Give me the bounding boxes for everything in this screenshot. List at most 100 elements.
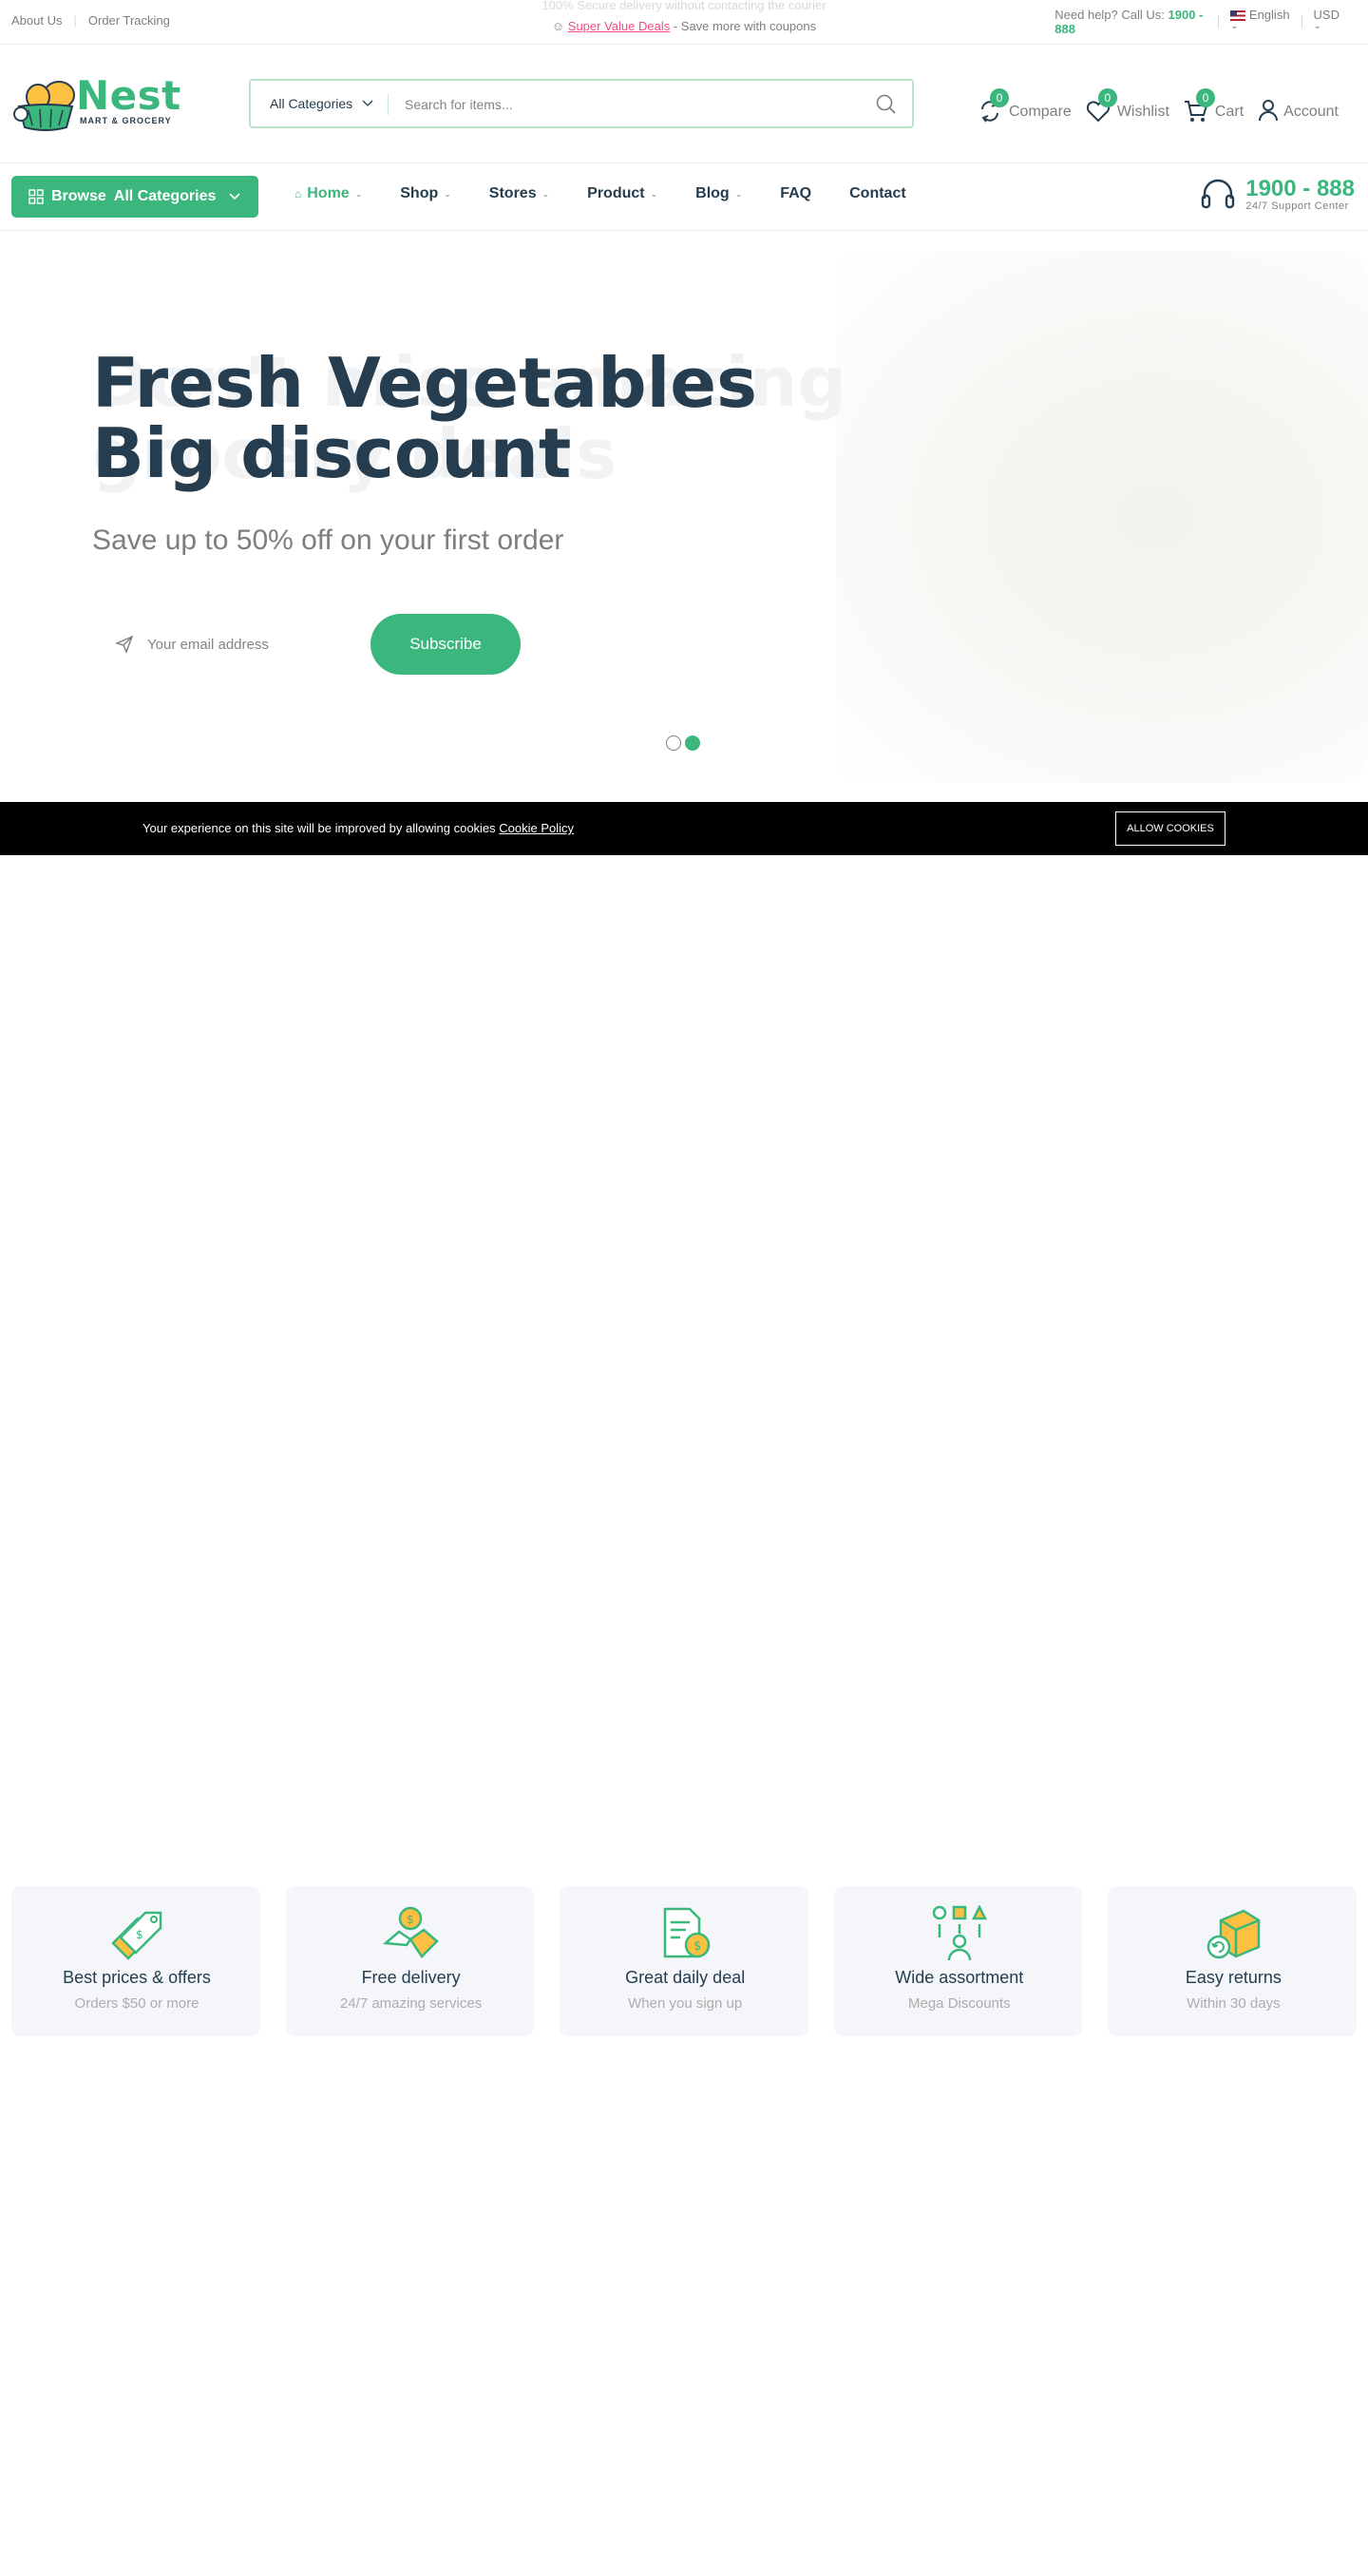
menu-item-label: Shop [400,185,439,201]
promo-ticker: 100% Secure delivery without contacting … [494,0,874,44]
menu-item-home[interactable]: ⌂ Home ⌄ [294,185,362,202]
chevron-down-icon: ⌄ [650,188,658,199]
feature-card: $ Free delivery 24/7 amazing services [285,1886,535,2036]
feature-title: Wide assortment [895,1968,1024,1987]
menu-item-label: Stores [488,185,537,201]
ticker-previous-message: 100% Secure delivery without contacting … [542,0,826,12]
order-tracking-link[interactable]: Order Tracking [88,13,170,28]
deal-document-icon: $ [663,1907,711,1958]
currency-selector[interactable]: USD ⌄ [1314,8,1340,31]
cookie-policy-link[interactable]: Cookie Policy [499,821,574,835]
menu-item-label: Contact [849,185,906,201]
support-hotline[interactable]: 1900 - 888 24/7 Support Center [1200,178,1355,212]
top-right: Need help? Call Us: 1900 - 888 English ⌄… [1054,8,1340,36]
hero-title-line: Big discount [92,413,572,493]
search-divider [388,94,389,115]
browse-categories-button[interactable]: Browse All Categories [11,176,258,218]
slider-dot[interactable] [666,735,681,751]
divider: | [73,13,77,28]
feature-subtitle: Orders $50 or more [74,1995,200,2012]
main-header: Nest MART & GROCERY All Categories 0 Com… [0,46,1368,163]
cart-count-badge: 0 [1195,88,1215,107]
return-box-icon [1207,1909,1261,1959]
category-select[interactable]: All Categories [270,96,373,111]
menu-item-shop[interactable]: Shop ⌄ [400,185,451,202]
cart-button[interactable]: 0 Cart [1183,88,1244,123]
allow-cookies-button[interactable]: ALLOW COOKIES [1115,811,1226,846]
compare-button[interactable]: 0 Compare [977,88,1072,123]
account-button[interactable]: Account [1257,88,1339,123]
support-number: 1900 - 888 [1245,176,1355,201]
promo-highlight-link[interactable]: Super Value Deals [568,19,670,33]
svg-text:$: $ [407,1913,414,1926]
feature-subtitle: 24/7 amazing services [339,1995,483,2012]
compare-label: Compare [1009,104,1072,120]
feature-title: Great daily deal [625,1968,746,1987]
primary-menu: ⌂ Home ⌄ Shop ⌄ Stores ⌄ Product ⌄ Blog … [294,185,906,202]
user-icon [1259,100,1279,122]
help-line: Need help? Call Us: 1900 - 888 [1054,8,1206,36]
chevron-down-icon [229,193,240,200]
about-us-link[interactable]: About Us [11,13,62,28]
chevron-down-icon: ⌄ [1313,21,1321,31]
subscribe-button[interactable]: Subscribe [370,614,521,675]
browse-strong-label: All Categories [113,188,217,204]
bell-icon: ☺ [551,19,565,33]
account-label: Account [1283,104,1339,120]
delivery-icon: $ [382,1906,439,1958]
search-input[interactable] [405,92,851,117]
feature-subtitle: When you sign up [628,1995,743,2012]
svg-text:$: $ [136,1928,143,1941]
menu-item-product[interactable]: Product ⌄ [587,185,657,202]
feature-title: Free delivery [361,1968,461,1987]
logo[interactable]: Nest MART & GROCERY [11,72,180,131]
assortment-icon [932,1905,987,1961]
language-label: English [1248,8,1290,22]
feature-subtitle: Mega Discounts [908,1995,1011,2012]
headset-icon [1202,179,1235,209]
language-selector[interactable]: English ⌄ [1230,8,1290,31]
menu-item-blog[interactable]: Blog ⌄ [695,185,742,202]
menu-item-label: FAQ [780,185,812,201]
email-input[interactable] [147,633,356,656]
us-flag-icon [1230,10,1246,22]
divider [1218,15,1220,29]
slider-dots [666,735,700,751]
cookie-text: Your experience on this site will be imp… [142,821,500,835]
wishlist-count-badge: 0 [1097,88,1117,107]
hero-background-image [836,251,1368,783]
logo-basket-icon [13,81,75,131]
header-actions: 0 Compare 0 Wishlist 0 Cart Account [977,88,1339,123]
feature-banners: $ Best prices & offers Orders $50 or mor… [11,1886,1357,2036]
menu-item-label: Product [587,185,645,201]
logo-tagline: MART & GROCERY [80,116,172,125]
feature-subtitle: Within 30 days [1187,1995,1281,2012]
search-icon[interactable] [876,94,897,115]
feature-title: Easy returns [1185,1968,1282,1987]
menu-item-label: Blog [695,185,730,201]
feature-card: Easy returns Within 30 days [1108,1886,1357,2036]
feature-title: Best prices & offers [63,1968,211,1987]
chevron-down-icon: ⌄ [354,188,363,199]
currency-label: USD [1313,8,1340,22]
support-text: 24/7 Support Center [1245,200,1349,212]
menu-item-faq[interactable]: FAQ [780,185,811,202]
ticker-message: ☺ Super Value Deals - Save more with cou… [494,19,874,33]
browse-label: Browse [51,188,106,204]
menu-item-stores[interactable]: Stores ⌄ [489,185,549,202]
grid-icon [28,189,44,204]
wishlist-label: Wishlist [1116,104,1169,120]
main-navigation: Browse All Categories ⌂ Home ⌄ Shop ⌄ St… [0,164,1368,231]
top-bar: About Us | Order Tracking 100% Secure de… [0,0,1368,45]
chevron-down-icon: ⌄ [444,188,451,199]
chevron-down-icon: ⌄ [734,188,743,199]
search-bar: All Categories [249,79,914,128]
help-label: Need help? Call Us: [1054,8,1168,22]
slider-dot-active[interactable] [685,735,700,751]
send-icon [115,635,134,654]
hero-subtitle: Save up to 50% off on your first order [92,525,564,556]
menu-item-contact[interactable]: Contact [849,185,906,202]
home-icon: ⌂ [294,187,302,200]
feature-card: $ Best prices & offers Orders $50 or mor… [11,1886,260,2036]
wishlist-button[interactable]: 0 Wishlist [1085,88,1169,123]
